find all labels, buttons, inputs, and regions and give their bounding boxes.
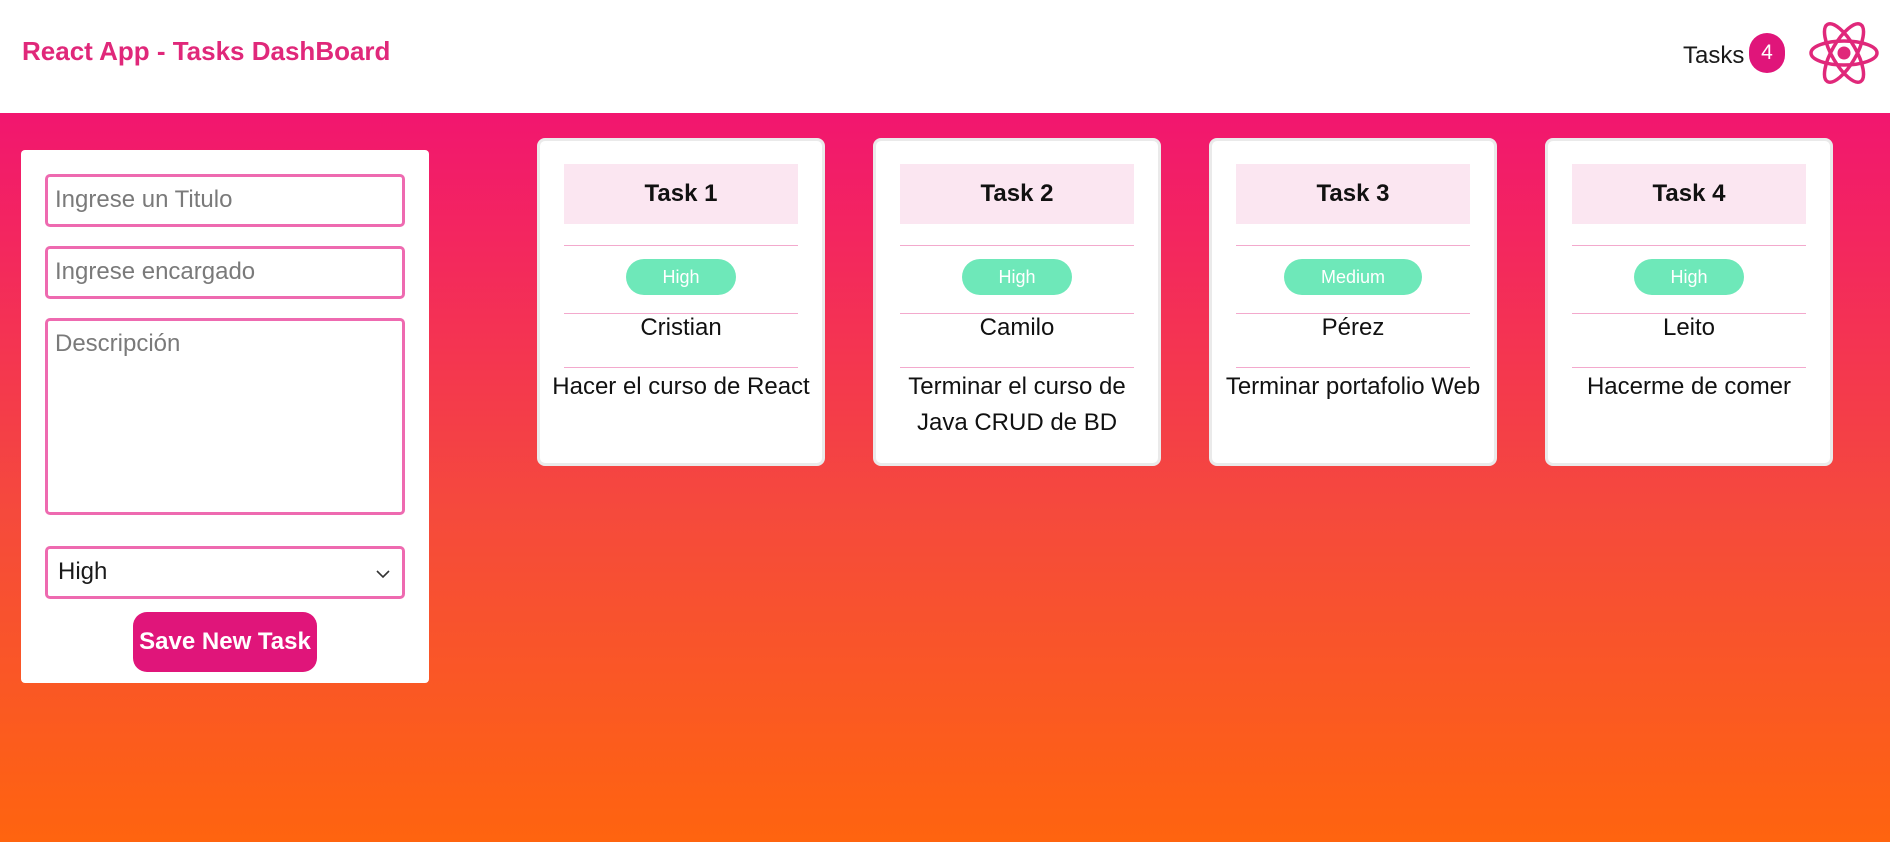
- priority-badge: High: [626, 259, 736, 295]
- divider: [900, 367, 1134, 368]
- title-input[interactable]: Ingrese un Titulo: [45, 174, 405, 227]
- task-description: Terminar portafolio Web: [1225, 373, 1481, 400]
- responsible-input[interactable]: Ingrese encargado: [45, 246, 405, 299]
- divider: [564, 367, 798, 368]
- navbar: React App - Tasks DashBoard Tasks 4: [0, 0, 1890, 113]
- title-input-placeholder: Ingrese un Titulo: [55, 186, 233, 213]
- description-placeholder: Descripción: [55, 330, 181, 357]
- description-textarea[interactable]: Descripción: [45, 318, 405, 515]
- dashboard-body: Ingrese un Titulo Ingrese encargado Desc…: [0, 113, 1890, 842]
- divider: [900, 245, 1134, 246]
- divider: [1236, 245, 1470, 246]
- task-responsible: Cristian: [640, 314, 722, 341]
- priority-badge: High: [962, 259, 1072, 295]
- responsible-input-placeholder: Ingrese encargado: [55, 258, 256, 285]
- priority-select[interactable]: High: [45, 546, 405, 599]
- task-form: Ingrese un Titulo Ingrese encargado Desc…: [21, 150, 429, 683]
- divider: [1572, 245, 1806, 246]
- divider: [1572, 367, 1806, 368]
- task-responsible: Camilo: [979, 314, 1055, 341]
- tasks-label: Tasks: [1683, 42, 1745, 69]
- priority-badge: High: [1634, 259, 1744, 295]
- task-responsible: Leito: [1662, 314, 1716, 341]
- priority-selected-value: High: [58, 558, 108, 585]
- chevron-down-icon: [376, 570, 390, 579]
- task-title: Task 4: [1572, 164, 1806, 224]
- divider: [564, 245, 798, 246]
- task-responsible: Pérez: [1321, 314, 1385, 341]
- task-title: Task 1: [564, 164, 798, 224]
- task-description: Terminar el curso de Java CRUD de BD: [908, 373, 1126, 436]
- divider: [1236, 367, 1470, 368]
- task-card: Task 2 High Camilo Terminar el curso de …: [873, 138, 1161, 466]
- priority-badge: Medium: [1284, 259, 1422, 295]
- save-new-task-button[interactable]: Save New Task: [133, 612, 317, 672]
- react-atom-icon: [1809, 22, 1879, 84]
- task-card: Task 1 High Cristian Hacer el curso de R…: [537, 138, 825, 466]
- app-title[interactable]: React App - Tasks DashBoard: [22, 36, 390, 67]
- task-description: Hacer el curso de React: [552, 373, 810, 400]
- task-title: Task 3: [1236, 164, 1470, 224]
- tasks-count-badge: 4: [1749, 33, 1785, 73]
- task-card: Task 3 Medium Pérez Terminar portafolio …: [1209, 138, 1497, 466]
- task-title: Task 2: [900, 164, 1134, 224]
- task-card: Task 4 High Leito Hacerme de comer: [1545, 138, 1833, 466]
- task-description: Hacerme de comer: [1586, 373, 1792, 400]
